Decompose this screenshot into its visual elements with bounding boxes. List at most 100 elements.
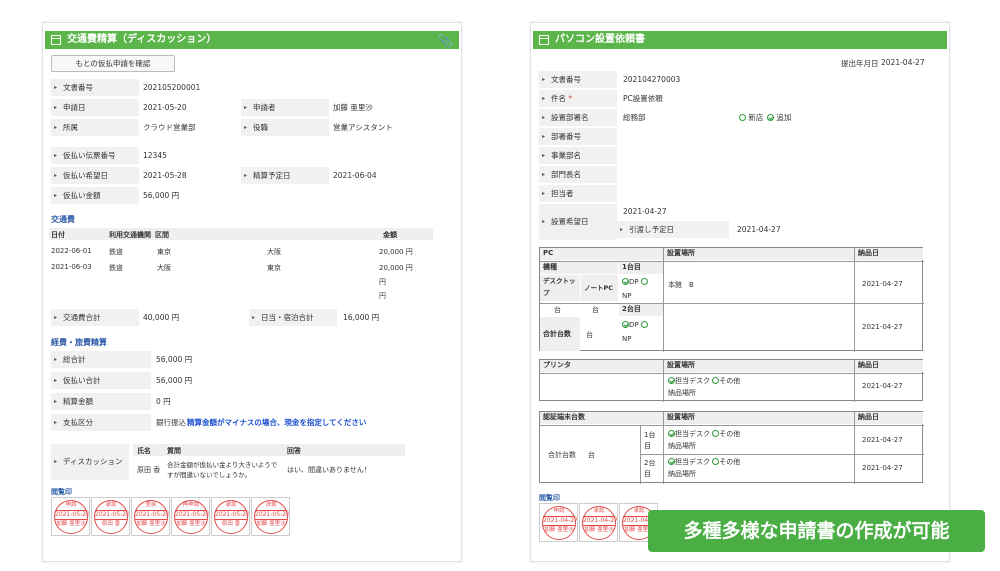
stamp-date: 2021-05-20	[135, 510, 170, 520]
calendar-icon	[539, 35, 549, 45]
auth-unit2: 2台目	[644, 459, 656, 478]
expense-form-title: 交通費精算（ディスカッション）	[67, 34, 217, 45]
auth2-opt1: 担当デスク	[675, 458, 710, 466]
auth1-opt2: その他	[719, 430, 741, 438]
role-label: 役職	[241, 119, 329, 136]
wish-date-value: 2021-04-27	[623, 207, 667, 216]
pc-total-unit: 台	[586, 331, 593, 339]
approval-stamp: 再申請 2021-05-20 加藤 亜里沙	[171, 497, 210, 536]
stamp-seal: 承認 2021-05-20 原田 香	[94, 500, 129, 534]
auth-line-v1	[663, 412, 664, 484]
stamp-role: 承認	[225, 502, 237, 508]
radio-icon[interactable]	[640, 278, 648, 285]
discussion-header-question: 質問	[167, 447, 181, 455]
pc1-dp-option[interactable]: DP	[622, 278, 648, 286]
pc2-np: NP	[622, 335, 632, 343]
settle-date-value: 2021-06-04	[333, 171, 377, 180]
paperclip-icon[interactable]: 📎	[438, 32, 453, 50]
transport-header-date: 日付	[51, 231, 65, 239]
right-stamp-row: 申請 2021-04-27 加藤 亜里沙 承認 2021-04-27 加藤 亜里沙 承認 20…	[539, 503, 659, 542]
radio-icon[interactable]	[640, 321, 648, 328]
r-doc-no-label: 文書番号	[539, 71, 617, 88]
stamp-role: 再申請	[182, 502, 200, 508]
advance-amount-value: 56,000 円	[143, 191, 180, 200]
auth-table-title: 認証端末台数	[540, 412, 663, 424]
transport-extra-yen-1: 円	[379, 278, 386, 286]
install-dept-label: 設置部署名	[539, 109, 617, 126]
office-label: 事業部名	[539, 147, 617, 164]
radio-checked-icon[interactable]	[767, 114, 774, 121]
transport-row-1-to: 大阪	[267, 248, 281, 256]
stamp-name: 原田 香	[221, 521, 241, 527]
auth2-desk-option[interactable]: 担当デスク その他	[668, 457, 740, 467]
stamp-role: 決裁	[265, 502, 277, 508]
stamp-date: 2021-05-20	[55, 510, 90, 520]
stamp-date: 2021-05-20	[255, 510, 290, 520]
stamp-role: 申請	[553, 508, 565, 514]
printer-line-v2	[854, 360, 855, 402]
dept-label: 所属	[51, 119, 139, 136]
doc-no-value: 202105200001	[143, 83, 201, 92]
pc-request-title-bar: パソコン設置依頼書	[533, 31, 947, 49]
confirm-original-advance-button[interactable]: もとの仮払申請を確認	[51, 55, 175, 72]
desired-date-value: 2021-05-28	[143, 171, 187, 180]
new-store-label: 新店	[748, 113, 764, 122]
printer-sub: 納品場所	[668, 389, 696, 397]
transport-row-1-mode: 鉄道	[109, 248, 123, 256]
settle-amount-value: 0 円	[156, 397, 171, 406]
pc-delivery-1: 2021-04-27	[862, 280, 903, 288]
move-date-label: 引渡し予定日	[617, 221, 729, 238]
move-date-value: 2021-04-27	[737, 225, 781, 234]
check-icon[interactable]	[668, 458, 675, 465]
printer-desk-option[interactable]: 担当デスク その他	[668, 376, 740, 386]
check-icon[interactable]	[668, 430, 675, 437]
person-label: 担当者	[539, 185, 617, 202]
notebook-count-unit: 台	[592, 306, 599, 314]
printer-place-header: 設置場所	[664, 360, 854, 372]
discussion-question: 合計金額が仮払い金より大きいようですが間違いないでしょうか。	[167, 461, 278, 479]
stamp-seal: 差戻 2021-05-20 加藤 亜里沙	[134, 500, 170, 534]
auth1-opt1: 担当デスク	[675, 430, 710, 438]
transport-extra-yen-2: 円	[379, 292, 386, 300]
pc-request-panel: パソコン設置依頼書 提出年月日 2021-04-27 文書番号 20210427…	[530, 22, 950, 562]
expense-form-panel: 交通費精算（ディスカッション） 📎 もとの仮払申請を確認 文書番号 202105…	[42, 22, 462, 562]
new-store-option[interactable]: 新店	[739, 109, 763, 126]
check-icon[interactable]	[668, 377, 675, 384]
printer-line-v1	[663, 360, 664, 402]
transport-header-section: 区間	[155, 231, 169, 239]
transport-total-value: 40,000 円	[143, 313, 180, 322]
auth-line-h1	[540, 425, 924, 426]
approval-stamp: 承認 2021-04-27 加藤 亜里沙	[579, 503, 618, 542]
check-icon[interactable]	[622, 278, 629, 285]
advance-total-label: 仮払い合計	[51, 372, 151, 389]
transport-row-2-mode: 鉄道	[109, 264, 123, 272]
pc-delivery-2: 2021-04-27	[862, 323, 903, 331]
pc2-dp-option[interactable]: DP	[622, 321, 648, 329]
notebook-header: ノートPC	[581, 275, 618, 301]
auth-delivery-2: 2021-04-27	[862, 464, 903, 472]
auth1-desk-option[interactable]: 担当デスク その他	[668, 429, 740, 439]
transport-header-mode: 利用交通機関	[109, 231, 151, 239]
stamp-name: 加藤 亜里沙	[544, 527, 574, 533]
radio-icon[interactable]	[739, 114, 746, 121]
stamp-name: 原田 香	[101, 521, 121, 527]
add-option[interactable]: 追加	[767, 109, 791, 126]
stamp-seal: 再申請 2021-05-20 加藤 亜里沙	[174, 500, 209, 534]
settlement-section-title: 経費・旅費精算	[51, 338, 107, 347]
wish-date-label: 設置希望日	[539, 204, 617, 240]
check-icon[interactable]	[622, 321, 629, 328]
payment-type-value: 銀行振込	[156, 418, 186, 427]
discussion-name: 原田 香	[137, 466, 161, 474]
submit-date-value: 2021-04-27	[881, 58, 925, 67]
transport-table-header	[49, 228, 433, 240]
printer-opt1: 担当デスク	[675, 377, 710, 385]
role-value: 営業アシスタント	[333, 123, 393, 132]
stamp-role: 申請	[65, 502, 77, 508]
stamp-date: 2021-05-20	[215, 510, 250, 520]
transport-header-amount: 金額	[383, 231, 397, 239]
payment-type-label: 支払区分	[51, 414, 151, 431]
printer-opt2: その他	[719, 377, 741, 385]
discussion-header-answer: 回答	[287, 447, 301, 455]
approval-stamp: 承認 2021-05-20 原田 香	[211, 497, 250, 536]
pc-unit2-header: 2台目	[619, 304, 663, 316]
